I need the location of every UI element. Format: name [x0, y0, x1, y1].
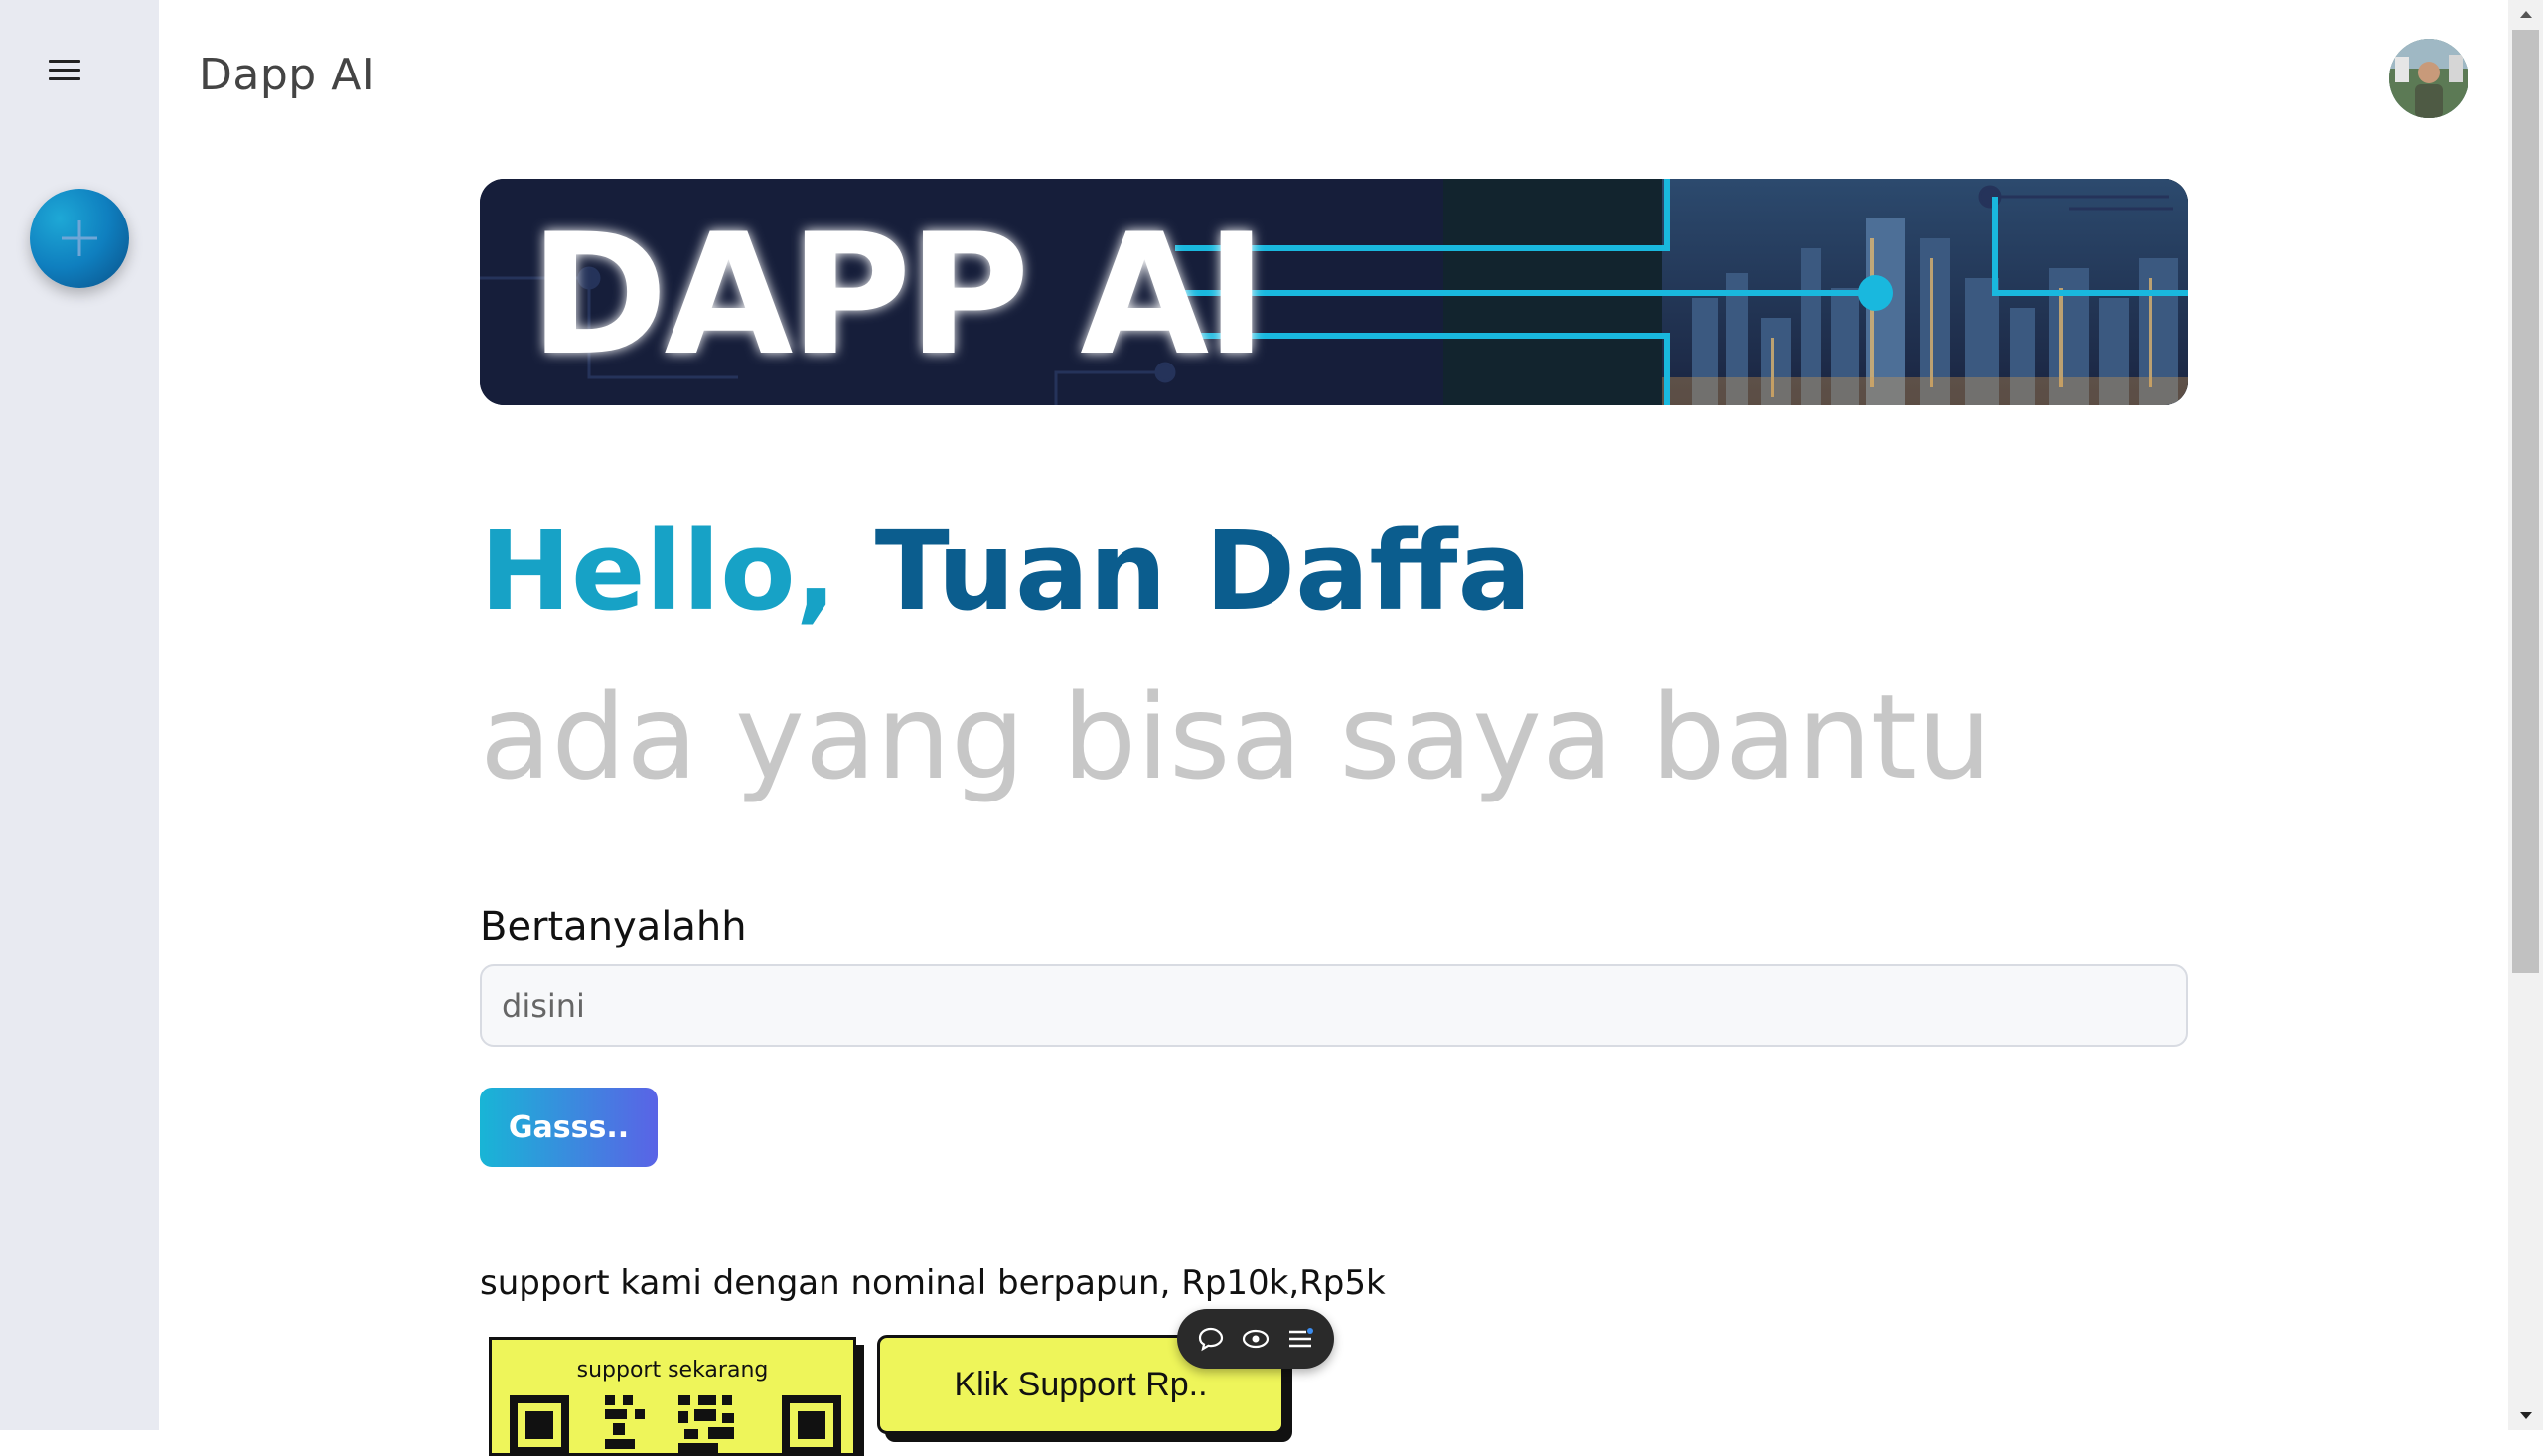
floating-toolbar: [1177, 1309, 1334, 1369]
greeting-name: Tuan Daffa: [874, 508, 1532, 635]
plus-icon: [62, 220, 97, 256]
banner-title: DAPP AI: [529, 198, 1264, 392]
scroll-up-arrow-icon[interactable]: [2508, 0, 2543, 28]
eye-icon[interactable]: [1242, 1325, 1270, 1353]
qr-code-icon: [510, 1395, 841, 1455]
support-text: support kami dengan nominal berpapun, Rp…: [480, 1263, 1386, 1303]
greeting-subtitle: ada yang bisa saya bantu: [480, 668, 1992, 805]
scroll-thumb[interactable]: [2512, 30, 2539, 973]
scroll-down-arrow-icon[interactable]: [2508, 1402, 2543, 1430]
support-qr-card[interactable]: support sekarang: [489, 1337, 856, 1456]
greeting-hello: Hello,: [480, 508, 837, 635]
support-qr-label: support sekarang: [576, 1358, 769, 1383]
submit-button[interactable]: Gasss..: [480, 1088, 658, 1167]
support-button-label: Klik Support Rp..: [954, 1365, 1208, 1403]
vertical-scrollbar[interactable]: [2508, 0, 2543, 1430]
question-label: Bertanyalahh: [480, 904, 747, 949]
question-input[interactable]: [480, 964, 2188, 1047]
hamburger-menu-icon[interactable]: [49, 53, 88, 86]
list-icon[interactable]: [1286, 1325, 1314, 1353]
sidebar: [0, 0, 159, 1430]
greeting-heading: Hello, Tuan Daffa: [480, 502, 1532, 641]
chat-bubble-icon[interactable]: [1197, 1325, 1225, 1353]
avatar[interactable]: [2389, 39, 2468, 118]
banner: DAPP AI: [480, 179, 2188, 405]
app-title: Dapp AI: [199, 50, 375, 100]
new-chat-button[interactable]: [30, 189, 129, 288]
